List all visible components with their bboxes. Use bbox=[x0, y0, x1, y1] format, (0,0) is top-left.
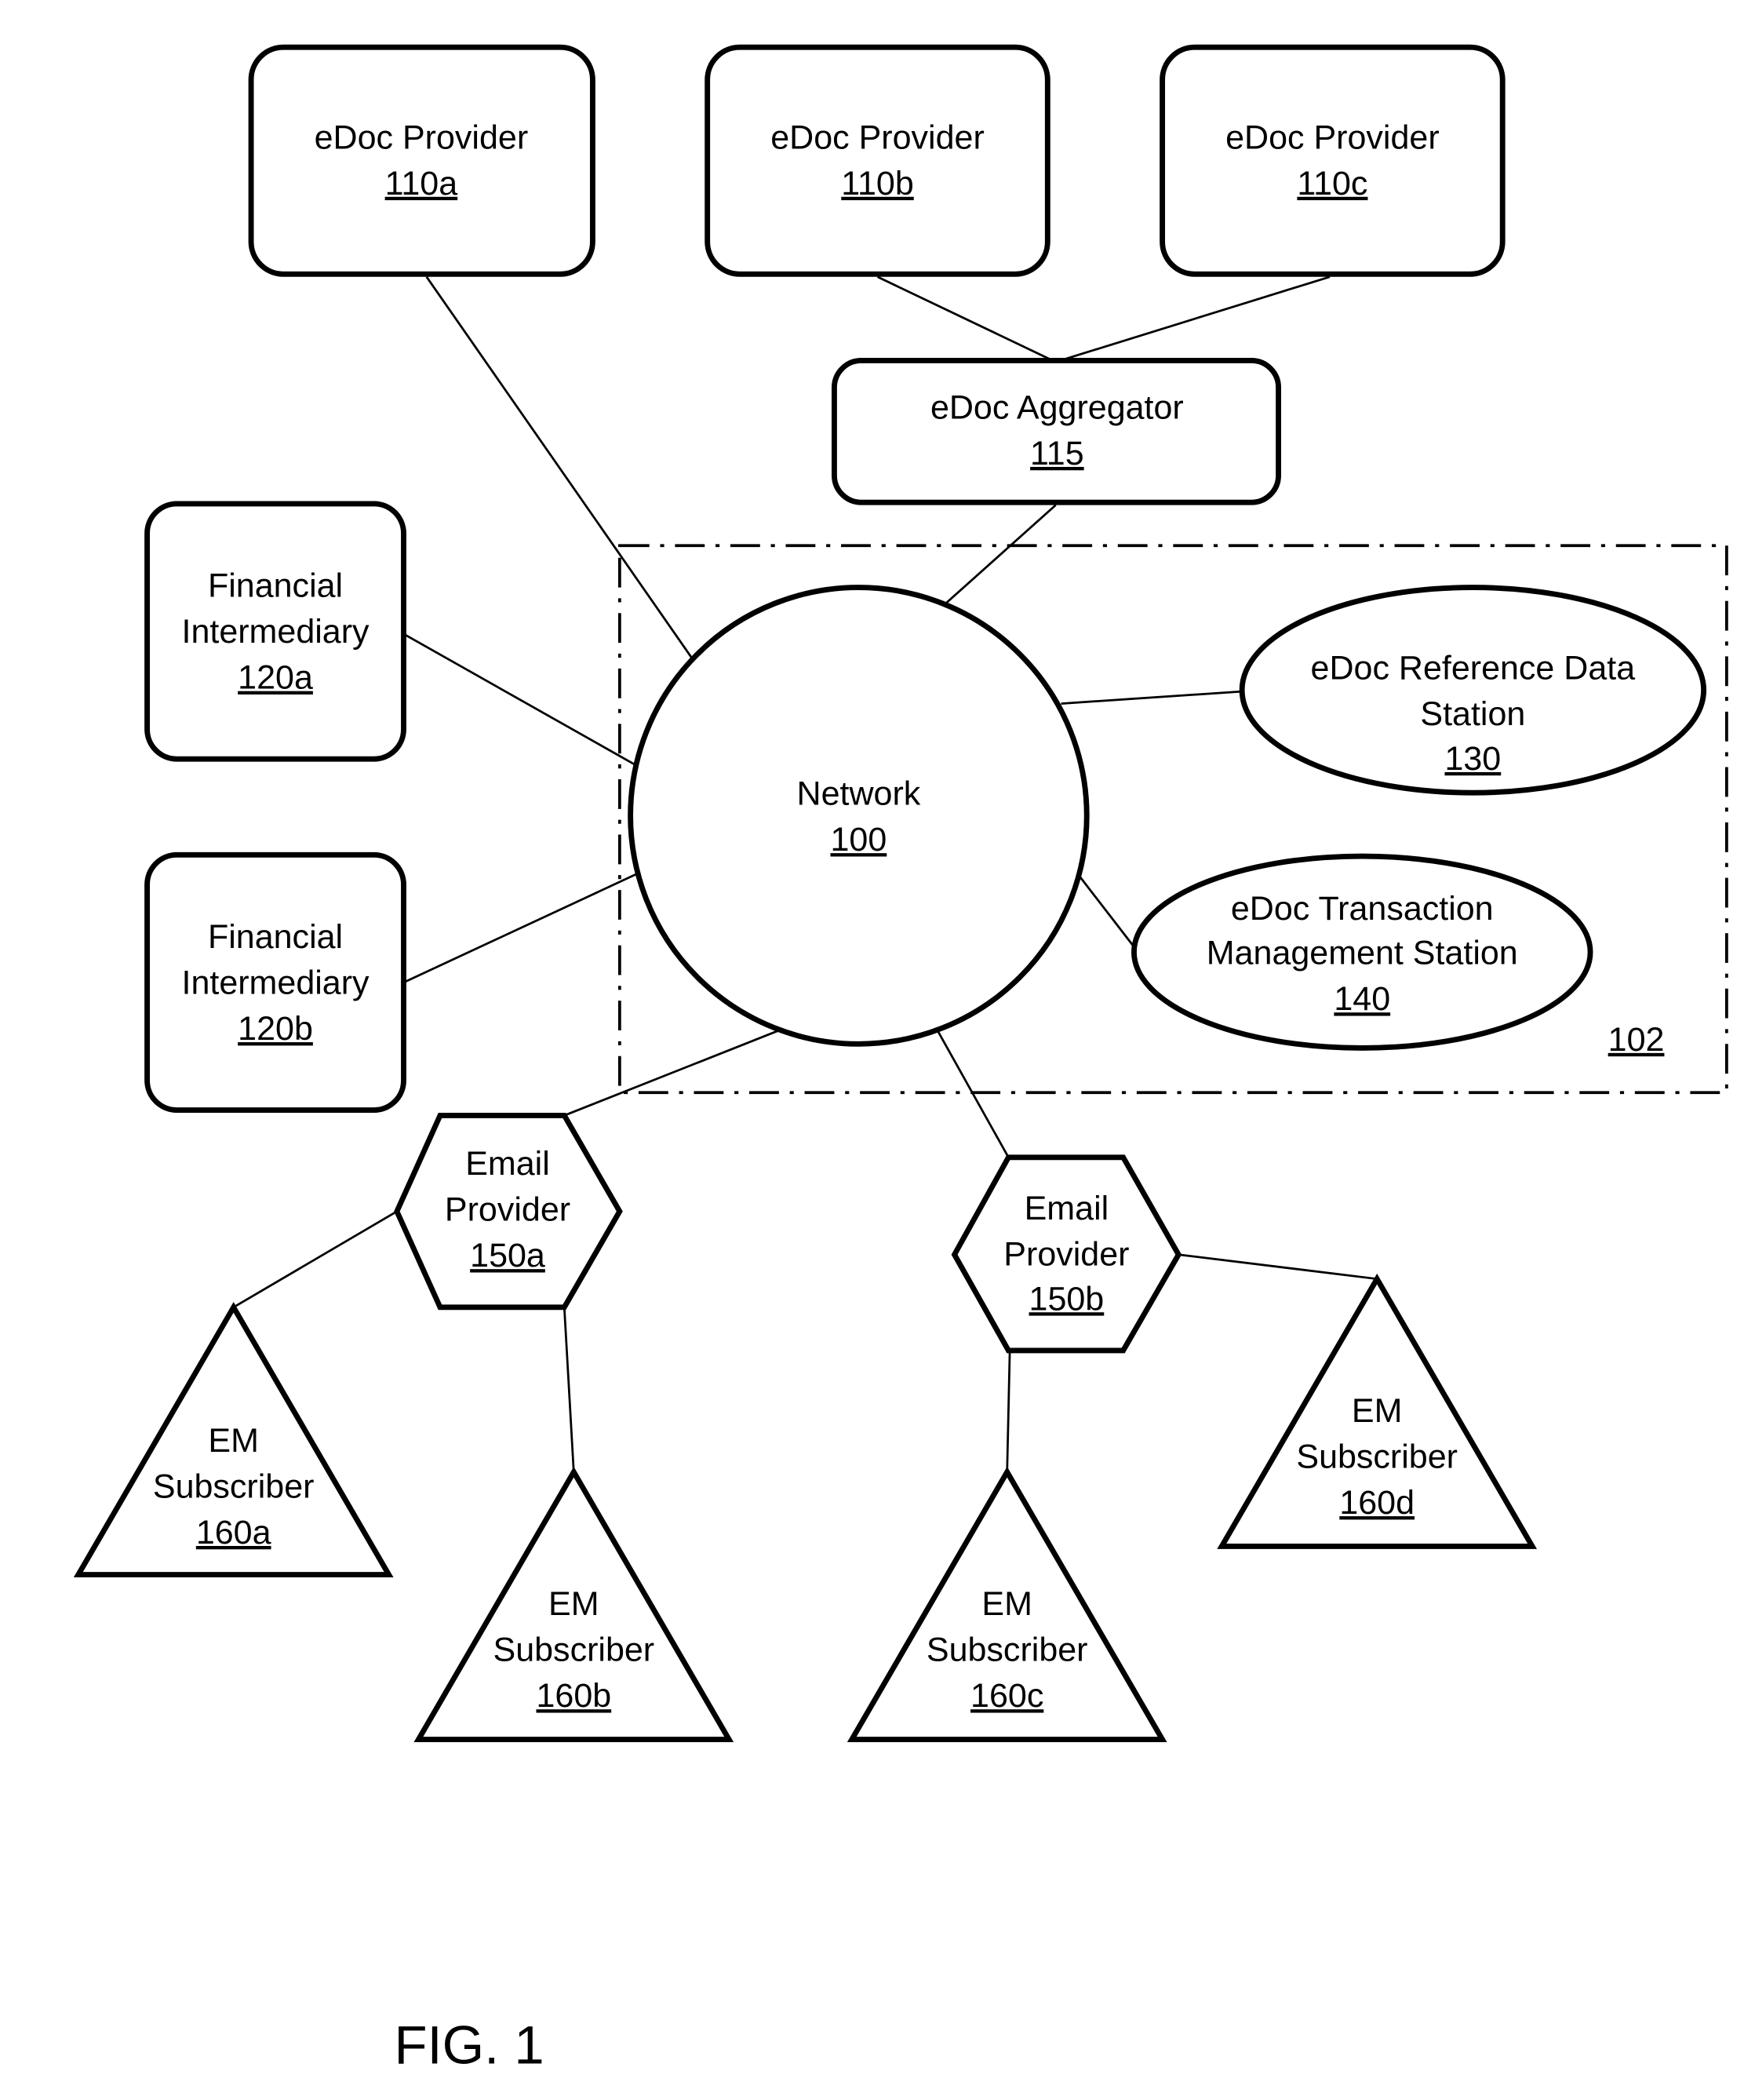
figure-caption: FIG. 1 bbox=[394, 2015, 544, 2076]
email-provider-ref: 150b bbox=[1029, 1280, 1105, 1318]
link-email-b-sub-c bbox=[1006, 1350, 1011, 1472]
edoc-provider-ref: 110c bbox=[1297, 165, 1367, 202]
em-subscriber-ref: 160a bbox=[196, 1514, 271, 1551]
network-label: Network bbox=[797, 775, 921, 813]
financial-intermediary-label-line2: Intermediary bbox=[182, 613, 370, 651]
transaction-management-station-140: eDoc Transaction Management Station 140 bbox=[1131, 853, 1593, 1051]
link-email-a-sub-a bbox=[232, 1210, 398, 1309]
link-network-email-a bbox=[563, 1029, 780, 1117]
em-subscriber-160d: EM Subscriber 160d bbox=[1217, 1273, 1538, 1549]
em-subscriber-160b: EM Subscriber 160b bbox=[413, 1466, 734, 1742]
financial-intermediary-ref: 120a bbox=[238, 659, 313, 697]
email-provider-ref: 150a bbox=[470, 1237, 545, 1274]
link-email-b-sub-d bbox=[1178, 1253, 1378, 1281]
transaction-station-label-line2: Management Station bbox=[1207, 935, 1518, 972]
edoc-provider-110c: eDoc Provider 110c bbox=[1160, 44, 1506, 277]
financial-intermediary-120a: Financial Intermediary 120a bbox=[144, 501, 406, 762]
em-subscriber-label-line1: EM bbox=[208, 1422, 259, 1460]
email-provider-label-line2: Provider bbox=[1003, 1235, 1129, 1273]
financial-intermediary-ref: 120b bbox=[238, 1010, 313, 1048]
em-subscriber-label-line1: EM bbox=[548, 1585, 599, 1623]
edoc-provider-label: eDoc Provider bbox=[1225, 118, 1440, 156]
reference-station-ref: 130 bbox=[1444, 740, 1501, 778]
link-network-transaction bbox=[1077, 874, 1139, 953]
network-ref: 100 bbox=[831, 821, 887, 859]
em-subscriber-160c: EM Subscriber 160c bbox=[847, 1466, 1167, 1742]
network-100: Network 100 bbox=[628, 585, 1090, 1047]
financial-intermediary-label-line2: Intermediary bbox=[182, 964, 370, 1002]
link-intermediary-b-network bbox=[404, 873, 638, 983]
em-subscriber-160a: EM Subscriber 160a bbox=[73, 1301, 394, 1578]
boundary-ref: 102 bbox=[1608, 1021, 1665, 1059]
edoc-provider-label: eDoc Provider bbox=[770, 118, 985, 156]
edoc-aggregator-ref: 115 bbox=[1030, 435, 1084, 472]
edoc-provider-ref: 110b bbox=[841, 165, 914, 202]
financial-intermediary-label-line1: Financial bbox=[208, 567, 343, 605]
link-network-reference bbox=[1061, 690, 1243, 705]
financial-intermediary-label-line1: Financial bbox=[208, 918, 343, 956]
edoc-aggregator-115: eDoc Aggregator 115 bbox=[831, 358, 1282, 505]
system-diagram: 102 eDoc Provider 110a eDoc Provider 110… bbox=[73, 44, 1728, 2076]
em-subscriber-label-line2: Subscriber bbox=[153, 1467, 315, 1505]
email-provider-150a: Email Provider 150a bbox=[394, 1113, 623, 1311]
email-provider-label-line1: Email bbox=[465, 1145, 550, 1183]
reference-data-station-130: eDoc Reference Data Station 130 bbox=[1239, 585, 1707, 796]
edoc-provider-label: eDoc Provider bbox=[315, 118, 529, 156]
edoc-provider-110a: eDoc Provider 110a bbox=[248, 44, 595, 277]
em-subscriber-label-line2: Subscriber bbox=[927, 1632, 1088, 1669]
em-subscriber-ref: 160c bbox=[970, 1677, 1043, 1715]
link-email-a-sub-b bbox=[563, 1307, 575, 1472]
reference-station-label-line1: eDoc Reference Data bbox=[1311, 650, 1636, 687]
edoc-provider-110b: eDoc Provider 110b bbox=[705, 44, 1050, 277]
em-subscriber-ref: 160b bbox=[536, 1677, 611, 1715]
em-subscriber-label-line2: Subscriber bbox=[493, 1632, 655, 1669]
link-provider-b-aggregator bbox=[876, 275, 1057, 363]
em-subscriber-ref: 160d bbox=[1339, 1484, 1415, 1522]
edoc-provider-ref: 110a bbox=[385, 165, 458, 202]
em-subscriber-label-line2: Subscriber bbox=[1296, 1438, 1458, 1476]
transaction-station-label-line1: eDoc Transaction bbox=[1231, 890, 1494, 928]
link-intermediary-a-network bbox=[404, 633, 635, 766]
link-provider-a-network bbox=[425, 275, 694, 660]
financial-intermediary-120b: Financial Intermediary 120b bbox=[144, 851, 406, 1114]
reference-station-label-line2: Station bbox=[1420, 695, 1525, 733]
email-provider-150b: Email Provider 150b bbox=[951, 1154, 1182, 1354]
em-subscriber-label-line1: EM bbox=[1352, 1392, 1403, 1430]
edoc-aggregator-label: eDoc Aggregator bbox=[930, 388, 1184, 426]
email-provider-label-line2: Provider bbox=[445, 1191, 570, 1229]
email-provider-label-line1: Email bbox=[1025, 1190, 1109, 1227]
link-aggregator-network bbox=[940, 504, 1057, 609]
link-provider-c-aggregator bbox=[1055, 275, 1331, 363]
link-network-email-b bbox=[937, 1031, 1010, 1158]
em-subscriber-label-line1: EM bbox=[981, 1585, 1032, 1623]
transaction-station-ref: 140 bbox=[1334, 980, 1390, 1018]
